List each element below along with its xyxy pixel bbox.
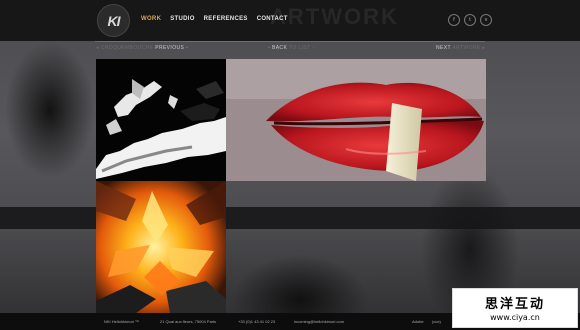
footer-address: 21 Quai aux fleurs, 75004 Paris: [160, 319, 217, 324]
vimeo-icon[interactable]: v: [480, 14, 492, 26]
ghost-title: ARTWORK: [270, 4, 399, 29]
facebook-icon[interactable]: f: [448, 14, 460, 26]
watermark-badge: 思洋互动 www.ciya.cn: [452, 288, 578, 328]
watermark-title: 思洋互动: [484, 297, 545, 312]
site-header: ARTWORK KI WORK STUDIO REFERENCES CONTAC…: [0, 0, 580, 41]
previous-label: PREVIOUS ◦: [155, 45, 189, 51]
back-to-list-link[interactable]: ◦ BACK TO LIST ◦: [268, 45, 314, 51]
nav-contact[interactable]: CONTACT: [257, 16, 288, 22]
next-project-link[interactable]: NEXT ARTWORK ▸: [436, 45, 485, 51]
site-logo[interactable]: KI: [97, 4, 130, 37]
background-band: [0, 207, 580, 229]
nav-work[interactable]: WORK: [141, 16, 161, 22]
footer-email[interactable]: incoming@hellohkimori.com: [294, 319, 344, 324]
watermark-url: www.ciya.cn: [490, 313, 540, 322]
next-project-name: ARTWORK ▸: [452, 45, 486, 51]
gallery-image-abstract[interactable]: [96, 59, 226, 181]
footer-client-adobe: Adobe: [412, 319, 424, 324]
header-divider: [95, 41, 485, 42]
gallery-image-lips[interactable]: [226, 59, 486, 181]
nav-references[interactable]: REFERENCES: [204, 16, 248, 22]
twitter-icon[interactable]: t: [464, 14, 476, 26]
nav-studio[interactable]: STUDIO: [170, 16, 194, 22]
prev-project-name: ◂ CROQUEMBOUCHE: [96, 45, 154, 51]
footer-client-2: (cce): [432, 319, 441, 324]
logo-text: KI: [107, 12, 121, 29]
main-nav: WORK STUDIO REFERENCES CONTACT: [141, 16, 288, 22]
prev-project-link[interactable]: ◂ CROQUEMBOUCHE PREVIOUS ◦: [96, 45, 188, 51]
social-links: f t v: [448, 14, 492, 26]
back-target: TO LIST ◦: [288, 45, 315, 51]
footer-company: NKI Hellohkimori ™: [104, 319, 139, 324]
back-label: ◦ BACK: [268, 45, 288, 51]
next-label: NEXT: [436, 45, 451, 51]
footer-phone: +33 (0)1 43 41 02 23: [238, 319, 276, 324]
gallery-image-fire-shards[interactable]: [96, 181, 226, 313]
